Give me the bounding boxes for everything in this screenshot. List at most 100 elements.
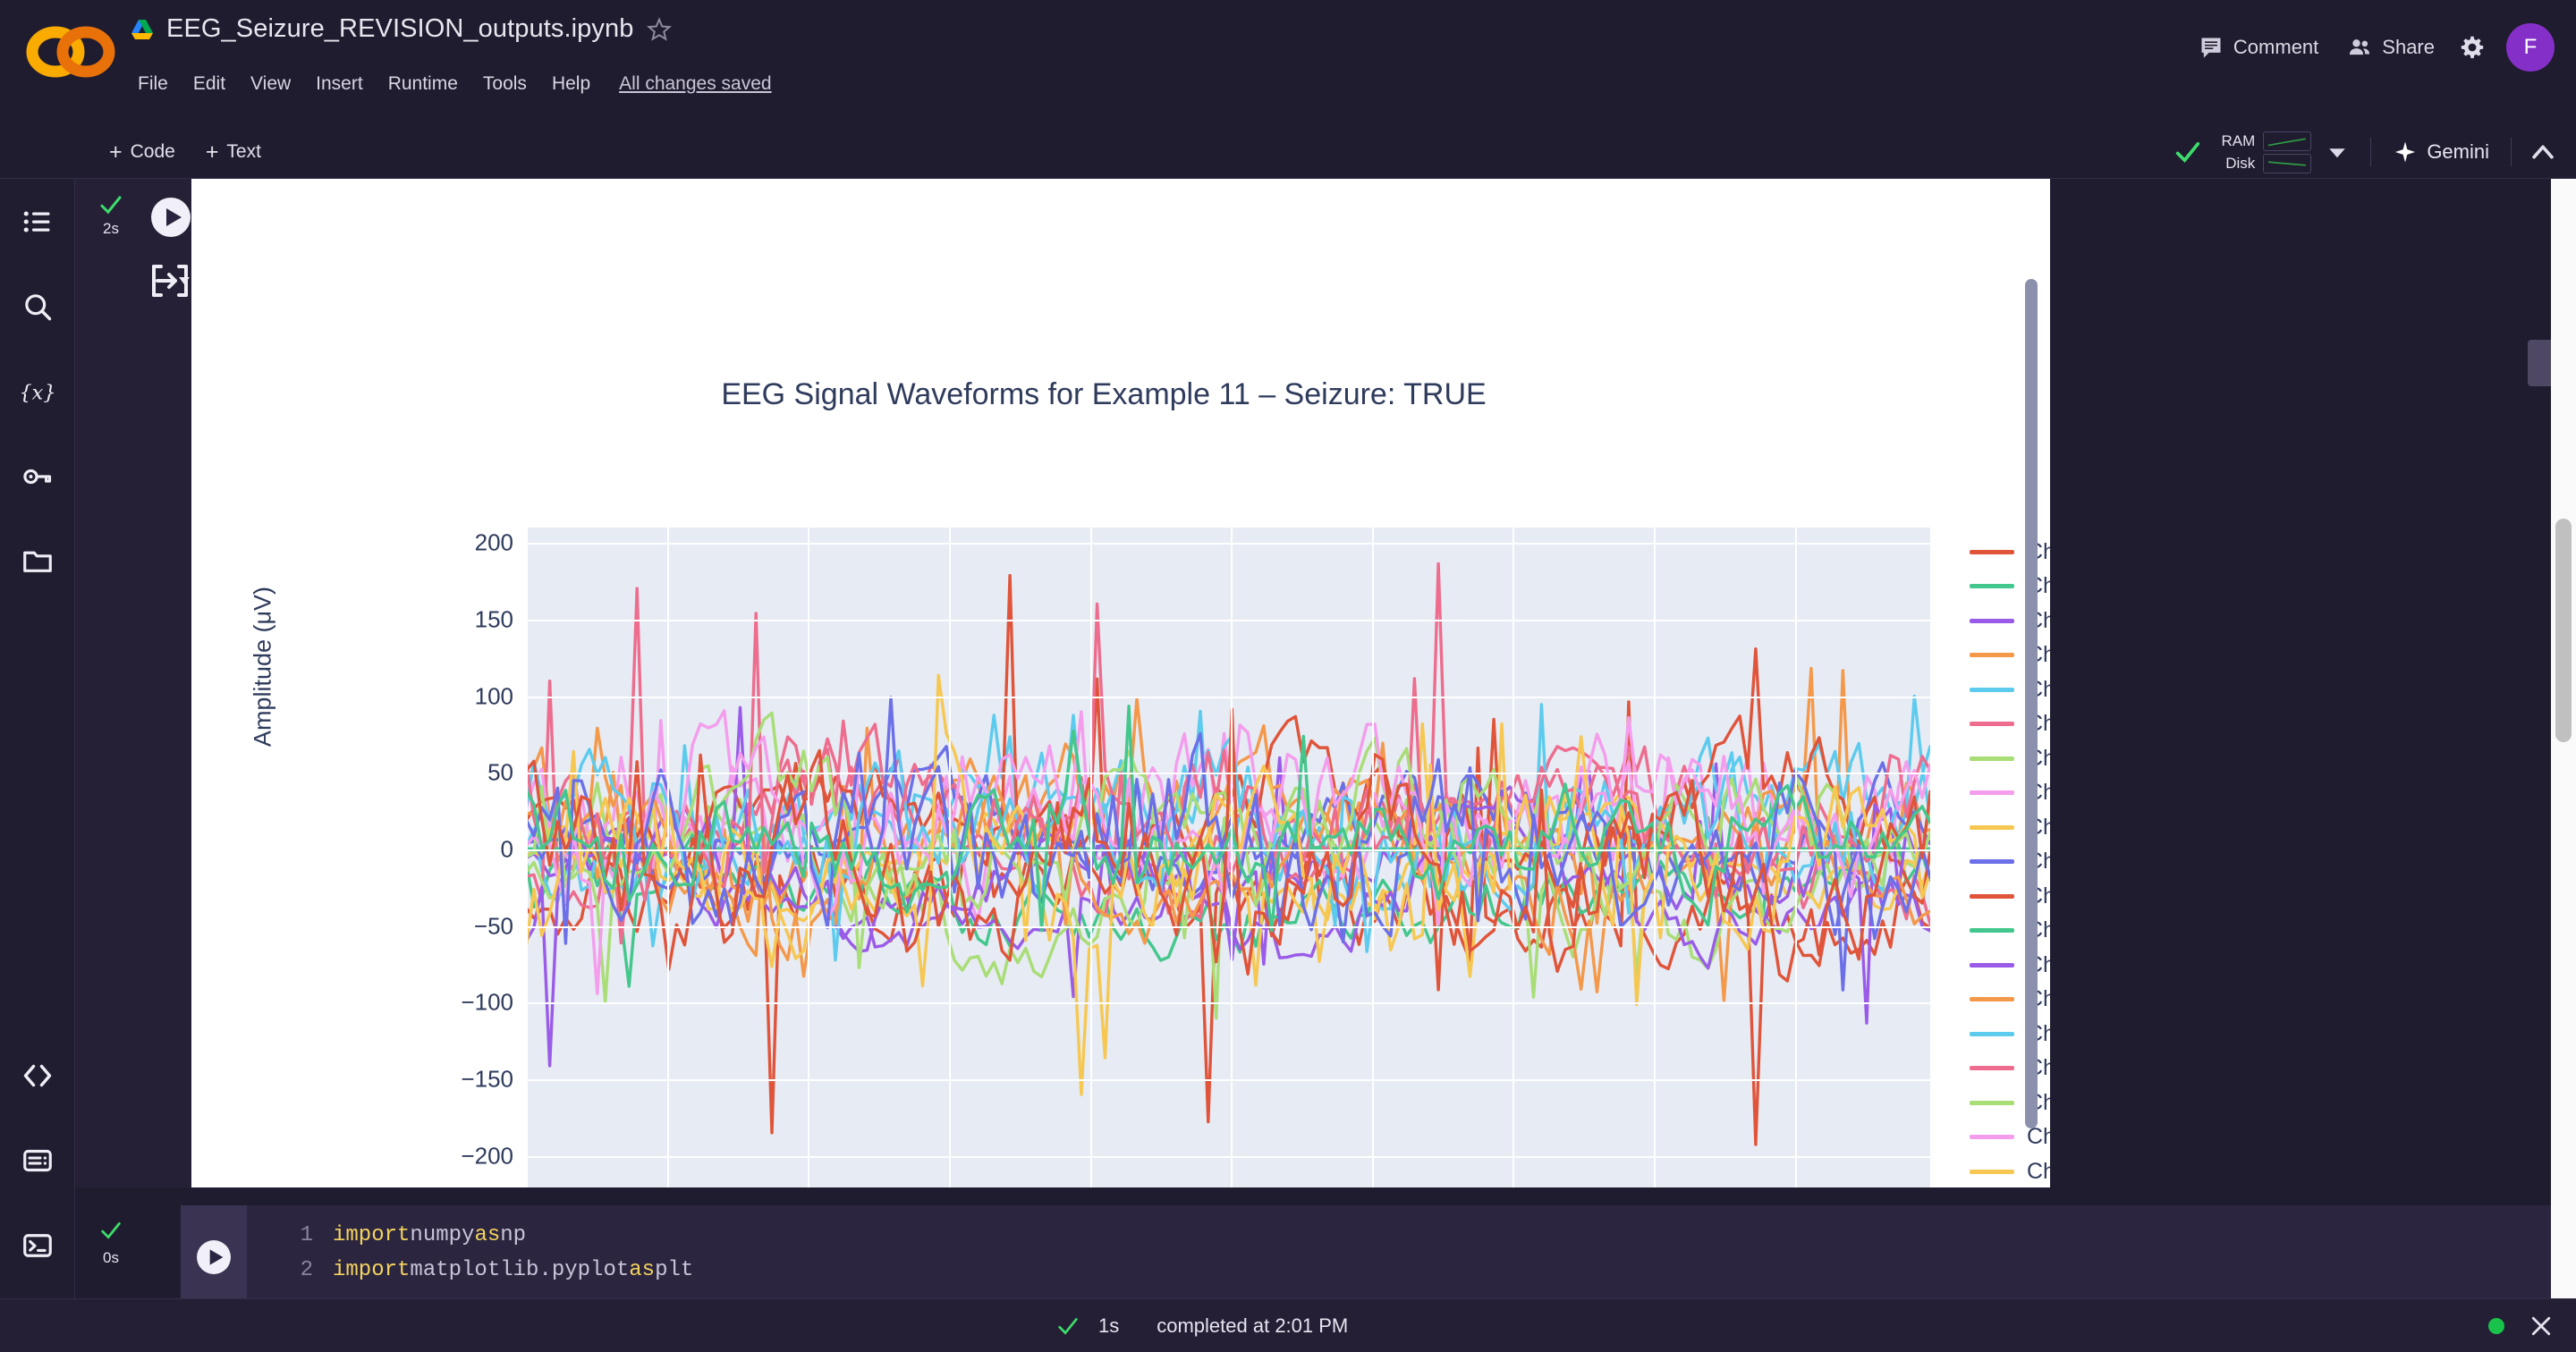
left-sidebar: {x} <box>0 179 75 1352</box>
legend-color-swatch <box>1970 997 2014 1002</box>
y-tick-label: 0 <box>500 835 513 863</box>
legend-item: Channel 17 <box>1970 1086 2050 1120</box>
legend-color-swatch <box>1970 653 2014 658</box>
sidebar-item-search[interactable] <box>0 264 75 349</box>
legend-color-swatch <box>1970 722 2014 727</box>
sidebar-item-variables[interactable]: {x} <box>0 349 75 434</box>
resource-usage-indicator[interactable]: RAM Disk <box>2217 131 2312 173</box>
code-text: np <box>500 1223 527 1247</box>
avatar[interactable]: F <box>2506 23 2555 72</box>
drive-icon <box>131 19 153 39</box>
sidebar-item-secrets[interactable] <box>0 434 75 519</box>
gemini-label: Gemini <box>2427 140 2489 163</box>
gridline-horizontal <box>526 619 1930 621</box>
eeg-waveforms <box>526 562 1930 1146</box>
menu-view[interactable]: View <box>238 68 303 100</box>
comment-button[interactable]: Comment <box>2184 27 2333 68</box>
terminal-icon <box>23 1233 52 1257</box>
plot-output: EEG Signal Waveforms for Example 11 – Se… <box>191 179 2050 1187</box>
gridline-vertical <box>948 528 951 1187</box>
sidebar-item-files[interactable] <box>0 519 75 604</box>
legend-item: Channel 13 <box>1970 948 2050 983</box>
share-button[interactable]: Share <box>2333 27 2449 68</box>
y-tick-label: 100 <box>474 682 513 710</box>
line-number: 2 <box>300 1258 313 1282</box>
menu-edit[interactable]: Edit <box>181 68 238 100</box>
code-cell[interactable]: 0s 1 import numpy as np 2 import matplot… <box>75 1205 2576 1309</box>
sidebar-item-toc[interactable] <box>0 179 75 264</box>
sidebar-item-command-palette[interactable] <box>0 1118 75 1203</box>
code-keyword: import <box>333 1258 411 1282</box>
menu-tools[interactable]: Tools <box>470 68 539 100</box>
menu-runtime[interactable]: Runtime <box>376 68 470 100</box>
legend-item: Channel 9 <box>1970 810 2050 845</box>
plus-icon: + <box>109 139 123 165</box>
y-tick-label: 50 <box>487 758 513 786</box>
code-text: matplotlib.pyplot <box>410 1258 630 1282</box>
folder-icon <box>23 551 52 572</box>
status-message: completed at 2:01 PM <box>1157 1314 1349 1337</box>
add-text-cell-button[interactable]: + Text <box>195 136 272 169</box>
plus-icon: + <box>205 139 219 165</box>
gridline-horizontal <box>526 543 1930 545</box>
legend-item: Channel 4 <box>1970 638 2050 673</box>
gridline-vertical <box>1089 528 1092 1187</box>
chart-legend: Channel 1Channel 2Channel 3Channel 4Chan… <box>1970 535 2050 1187</box>
settings-button[interactable] <box>2449 27 2496 68</box>
save-status[interactable]: All changes saved <box>608 68 782 100</box>
gear-icon <box>2461 36 2484 59</box>
legend-color-swatch <box>1970 1135 2014 1140</box>
code-run-status: 0s <box>84 1218 138 1267</box>
page-scrollbar-track[interactable] <box>2551 179 2576 1298</box>
play-icon <box>197 1240 231 1274</box>
comment-label: Comment <box>2233 36 2319 58</box>
legend-color-swatch <box>1970 756 2014 761</box>
menu-bar: File Edit View Insert Runtime Tools Help… <box>125 68 783 100</box>
gridline-horizontal <box>526 1079 1930 1082</box>
legend-color-swatch <box>1970 584 2014 589</box>
output-scrollbar-thumb[interactable] <box>2025 279 2038 1128</box>
check-icon <box>100 196 122 215</box>
chevron-down-icon[interactable] <box>2324 139 2351 165</box>
legend-color-swatch <box>1970 687 2014 692</box>
y-tick-label: −200 <box>461 1142 513 1170</box>
sidebar-item-terminal[interactable] <box>0 1203 75 1288</box>
add-code-cell-button[interactable]: + Code <box>98 136 186 169</box>
code-keyword: as <box>629 1258 656 1282</box>
gemini-button[interactable]: Gemini <box>2384 134 2498 170</box>
menu-insert[interactable]: Insert <box>303 68 376 100</box>
run-cell-button[interactable] <box>145 191 197 243</box>
command-palette-icon <box>23 1149 52 1171</box>
code-keyword: import <box>333 1223 411 1247</box>
notebook-scroll-area[interactable]: 2s EEG Signal Waveforms for Example 11 –… <box>75 179 2576 1352</box>
legend-item: Channel 12 <box>1970 914 2050 949</box>
sparkle-icon <box>2395 141 2416 163</box>
toc-icon <box>23 210 50 232</box>
star-icon[interactable] <box>646 16 673 43</box>
page-scrollbar-thumb[interactable] <box>2555 519 2572 742</box>
menu-help[interactable]: Help <box>539 68 603 100</box>
notebook-title[interactable]: EEG_Seizure_REVISION_outputs.ipynb <box>166 14 633 44</box>
run-code-cell-button[interactable] <box>181 1205 247 1309</box>
gridline-vertical <box>1371 528 1374 1187</box>
check-icon <box>1058 1317 1078 1335</box>
connected-check-icon <box>2176 141 2200 163</box>
legend-color-swatch <box>1970 962 2014 968</box>
legend-item: Channel 1 <box>1970 535 2050 570</box>
legend-item: Channel 16 <box>1970 1052 2050 1086</box>
side-panel-handle[interactable] <box>2528 340 2551 386</box>
code-text: numpy <box>410 1223 475 1247</box>
sidebar-item-code-snippets[interactable] <box>0 1033 75 1118</box>
menu-file[interactable]: File <box>125 68 181 100</box>
colab-logo[interactable] <box>21 20 120 84</box>
code-editor[interactable]: 1 import numpy as np 2 import matplotlib… <box>247 1205 2576 1309</box>
output-actions-icon[interactable] <box>145 256 195 306</box>
chevron-up-icon[interactable] <box>2528 137 2558 167</box>
y-tick-label: −100 <box>461 988 513 1016</box>
app-header: EEG_Seizure_REVISION_outputs.ipynb File … <box>0 0 2576 125</box>
legend-item: Channel 18 <box>1970 1120 2050 1155</box>
close-icon[interactable] <box>2528 1313 2555 1339</box>
code-keyword: as <box>474 1223 501 1247</box>
plot-area <box>526 528 1930 1187</box>
legend-color-swatch <box>1970 618 2014 623</box>
